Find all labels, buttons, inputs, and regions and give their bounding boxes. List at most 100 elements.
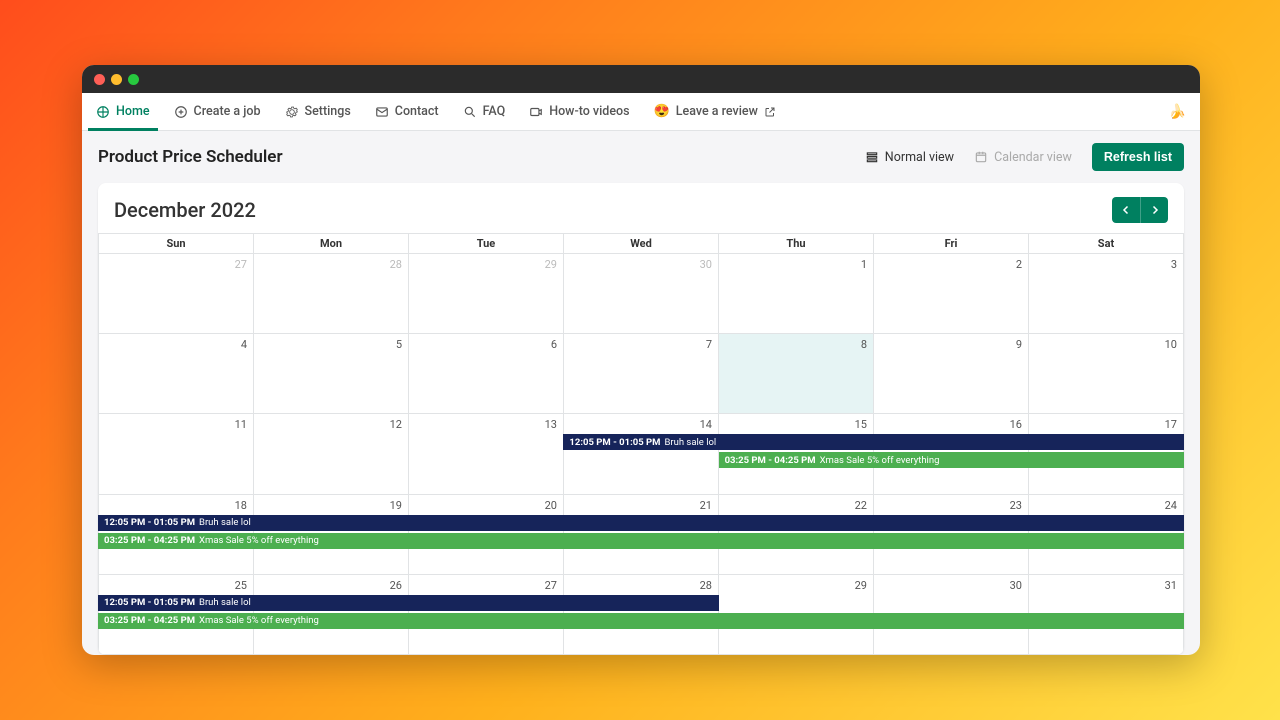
view-calendar[interactable]: Calendar view	[974, 150, 1072, 165]
calendar-cell[interactable]: 6	[409, 334, 564, 413]
event-time: 03:25 PM - 04:25 PM	[104, 615, 195, 626]
banana-icon[interactable]: 🍌	[1169, 104, 1186, 120]
event-title: Xmas Sale 5% off everything	[820, 455, 940, 466]
next-month-button[interactable]	[1140, 197, 1168, 223]
nav-contact-label: Contact	[395, 104, 439, 119]
calendar-cell[interactable]: 13	[409, 414, 564, 493]
calendar-cell[interactable]: 9	[874, 334, 1029, 413]
calendar-event[interactable]: 12:05 PM - 01:05 PMBruh sale lol	[98, 595, 719, 611]
event-title: Xmas Sale 5% off everything	[199, 535, 319, 546]
day-number: 13	[545, 418, 557, 431]
nav-howto[interactable]: How-to videos	[529, 93, 629, 130]
compass-icon	[96, 105, 110, 119]
day-number: 7	[706, 338, 712, 351]
event-time: 12:05 PM - 01:05 PM	[104, 597, 195, 608]
calendar-cell[interactable]: 28	[254, 254, 409, 333]
day-number: 6	[551, 338, 557, 351]
calendar-cell[interactable]: 10	[1029, 334, 1184, 413]
calendar-cell[interactable]: 5	[254, 334, 409, 413]
titlebar	[82, 65, 1200, 93]
nav-settings[interactable]: Settings	[285, 93, 351, 130]
chevron-left-icon	[1120, 204, 1132, 216]
calendar-cell[interactable]: 7	[564, 334, 719, 413]
dow-header: Thu	[719, 234, 874, 254]
day-number: 28	[700, 579, 712, 592]
dow-header: Fri	[874, 234, 1029, 254]
calendar-cell[interactable]: 4	[98, 334, 254, 413]
day-number: 17	[1165, 418, 1177, 431]
calendar-cell[interactable]: 29	[409, 254, 564, 333]
day-number: 1	[861, 258, 867, 271]
nav-settings-label: Settings	[305, 104, 351, 119]
calendar-grid: SunMonTueWedThuFriSat 272829301234567891…	[98, 233, 1184, 655]
nav-create-label: Create a job	[194, 104, 261, 119]
nav-review[interactable]: 😍 Leave a review	[654, 93, 776, 130]
dow-header: Wed	[564, 234, 719, 254]
calendar-event[interactable]: 12:05 PM - 01:05 PMBruh sale lol	[98, 515, 1184, 531]
day-number: 24	[1165, 499, 1177, 512]
list-icon	[865, 150, 879, 164]
external-link-icon	[764, 106, 776, 118]
calendar-cell[interactable]: 14	[564, 414, 719, 493]
dow-header: Sun	[98, 234, 254, 254]
day-number: 12	[390, 418, 402, 431]
refresh-button[interactable]: Refresh list	[1092, 143, 1184, 171]
calendar-cell[interactable]: 30	[564, 254, 719, 333]
gear-icon	[285, 105, 299, 119]
day-number: 31	[1165, 579, 1177, 592]
calendar-month-title: December 2022	[114, 198, 256, 222]
day-number: 4	[241, 338, 247, 351]
day-number: 27	[235, 258, 247, 271]
day-number: 11	[235, 418, 247, 431]
calendar-event[interactable]: 03:25 PM - 04:25 PM Xmas Sale 5% off ever…	[719, 452, 1184, 468]
event-title: Bruh sale lol	[664, 437, 716, 448]
calendar-week: 2526272829303112:05 PM - 01:05 PMBruh sa…	[98, 575, 1184, 655]
calendar-cell[interactable]: 12	[254, 414, 409, 493]
calendar-week: 27 28 29 30 12 3	[98, 254, 1184, 334]
chevron-right-icon	[1149, 204, 1161, 216]
calendar-cell[interactable]: 3	[1029, 254, 1184, 333]
video-icon	[529, 105, 543, 119]
calendar-cell[interactable]: 2	[874, 254, 1029, 333]
plus-circle-icon	[174, 105, 188, 119]
day-number: 23	[1010, 499, 1022, 512]
day-number: 28	[390, 258, 402, 271]
nav-contact[interactable]: Contact	[375, 93, 439, 130]
view-normal[interactable]: Normal view	[865, 150, 954, 165]
calendar-icon	[974, 150, 988, 164]
calendar-event[interactable]: 12:05 PM - 01:05 PMBruh sale lol	[563, 434, 1184, 450]
calendar-card: December 2022 SunMonTueWedThuFriSat 2728…	[98, 183, 1184, 655]
day-number: 30	[700, 258, 712, 271]
day-number: 14	[700, 418, 712, 431]
calendar-event[interactable]: 03:25 PM - 04:25 PMXmas Sale 5% off ever…	[98, 613, 1184, 629]
calendar-week: 1819202122232412:05 PM - 01:05 PMBruh sa…	[98, 495, 1184, 575]
event-time: 03:25 PM - 04:25 PM	[725, 455, 816, 466]
day-number: 19	[390, 499, 402, 512]
day-number: 27	[545, 579, 557, 592]
nav-review-label: Leave a review	[676, 104, 758, 119]
close-icon[interactable]	[94, 74, 105, 85]
day-number: 26	[390, 579, 402, 592]
month-nav	[1112, 197, 1168, 223]
calendar-cell[interactable]: 27	[98, 254, 254, 333]
nav-home[interactable]: Home	[96, 93, 150, 130]
nav-faq[interactable]: FAQ	[463, 93, 506, 130]
calendar-cell[interactable]: 1	[719, 254, 874, 333]
toolbar: Product Price Scheduler Normal view Cale…	[82, 131, 1200, 183]
search-icon	[463, 105, 477, 119]
navbar: Home Create a job Settings Contact FAQ	[82, 93, 1200, 131]
day-number: 25	[235, 579, 247, 592]
maximize-icon[interactable]	[128, 74, 139, 85]
calendar-cell[interactable]: 11	[98, 414, 254, 493]
dow-header: Tue	[409, 234, 564, 254]
day-number: 3	[1171, 258, 1177, 271]
heart-eyes-icon: 😍	[654, 104, 670, 119]
page-title: Product Price Scheduler	[98, 147, 855, 167]
calendar-cell[interactable]: 8	[719, 334, 874, 413]
nav-create[interactable]: Create a job	[174, 93, 261, 130]
day-number: 22	[855, 499, 867, 512]
prev-month-button[interactable]	[1112, 197, 1140, 223]
day-number: 5	[396, 338, 402, 351]
minimize-icon[interactable]	[111, 74, 122, 85]
calendar-event[interactable]: 03:25 PM - 04:25 PMXmas Sale 5% off ever…	[98, 533, 1184, 549]
